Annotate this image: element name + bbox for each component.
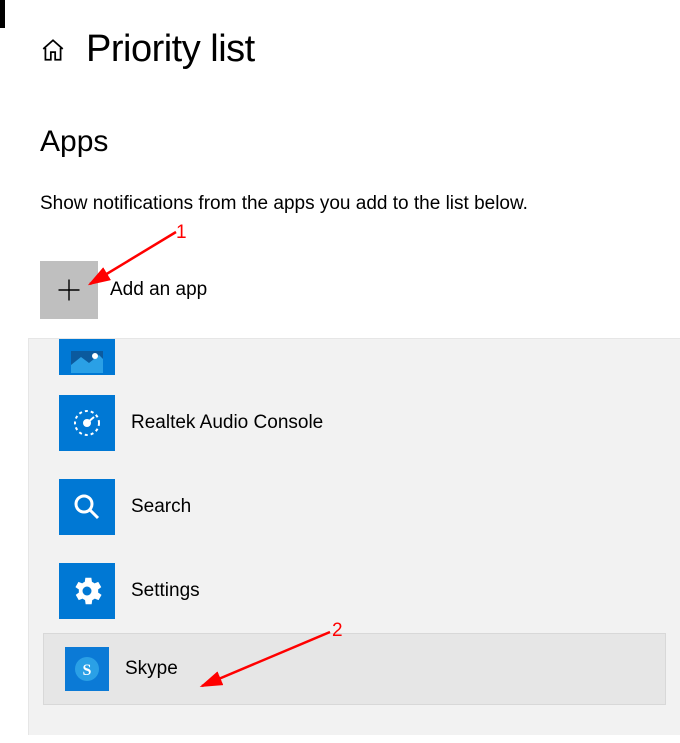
app-item-skype[interactable]: S Skype xyxy=(43,633,666,705)
app-label: Realtek Audio Console xyxy=(131,412,323,434)
apps-description: Show notifications from the apps you add… xyxy=(40,193,680,215)
app-item-settings[interactable]: Settings xyxy=(29,549,680,633)
page-header: Priority list xyxy=(8,0,680,71)
app-label: Settings xyxy=(131,580,200,602)
add-app-button[interactable]: Add an app xyxy=(40,261,680,319)
search-icon xyxy=(59,479,115,535)
app-icon xyxy=(59,339,115,375)
app-item-realtek[interactable]: Realtek Audio Console xyxy=(29,381,680,465)
app-label: Search xyxy=(131,496,191,518)
window-edge-marker xyxy=(0,0,5,28)
app-item-search[interactable]: Search xyxy=(29,465,680,549)
add-app-label: Add an app xyxy=(110,279,207,301)
app-label: Skype xyxy=(125,658,178,680)
svg-text:S: S xyxy=(83,662,92,679)
page-title: Priority list xyxy=(86,28,255,71)
gear-icon xyxy=(59,563,115,619)
apps-heading: Apps xyxy=(40,125,680,159)
app-item[interactable] xyxy=(29,339,680,381)
plus-icon xyxy=(40,261,98,319)
annotation-label-1: 1 xyxy=(176,222,187,244)
gauge-icon xyxy=(59,395,115,451)
skype-icon: S xyxy=(65,647,109,691)
app-picker-popup: Realtek Audio Console Search Settings S xyxy=(28,338,680,735)
annotation-label-2: 2 xyxy=(332,620,343,642)
home-icon[interactable] xyxy=(40,37,66,63)
